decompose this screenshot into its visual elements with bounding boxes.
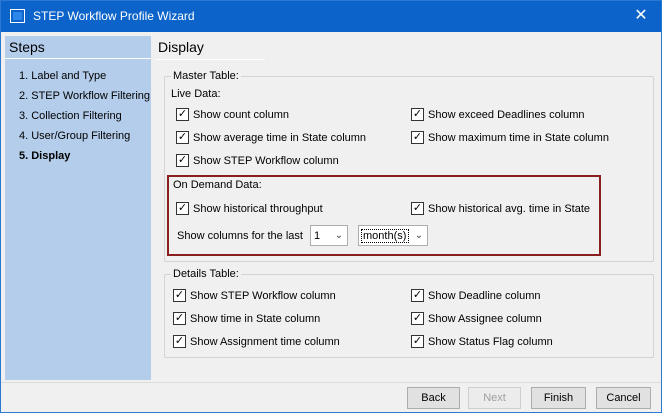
details-show-deadline-checkbox[interactable]: ✓ Show Deadline column — [411, 289, 541, 302]
checkbox-label: Show historical avg. time in State — [428, 202, 591, 215]
show-historical-avg-time-checkbox[interactable]: ✓ Show historical avg. time in State — [411, 202, 590, 215]
checkbox-label: Show exceed Deadlines column — [428, 108, 585, 121]
next-button[interactable]: Next — [468, 387, 521, 409]
back-button[interactable]: Back — [407, 387, 460, 409]
steps-sidebar: Steps 1. Label and Type 2. STEP Workflow… — [5, 36, 151, 380]
show-exceed-deadlines-checkbox[interactable]: ✓ Show exceed Deadlines column — [411, 108, 585, 121]
checkbox-label: Show Deadline column — [428, 289, 541, 302]
checkbox-check-icon: ✓ — [411, 108, 424, 121]
checkbox-check-icon: ✓ — [173, 289, 186, 302]
show-workflow-column-checkbox[interactable]: ✓ Show STEP Workflow column — [176, 154, 339, 167]
details-show-workflow-checkbox[interactable]: ✓ Show STEP Workflow column — [173, 289, 336, 302]
period-unit-value: month(s) — [361, 228, 409, 243]
step-label-and-type[interactable]: 1. Label and Type — [19, 70, 106, 82]
checkbox-check-icon: ✓ — [411, 335, 424, 348]
checkbox-check-icon: ✓ — [176, 131, 189, 144]
checkbox-label: Show time in State column — [190, 312, 321, 325]
checkbox-check-icon: ✓ — [173, 335, 186, 348]
step-workflow-filtering[interactable]: 2. STEP Workflow Filtering — [19, 90, 150, 102]
step-collection-filtering[interactable]: 3. Collection Filtering — [19, 110, 122, 122]
finish-button[interactable]: Finish — [531, 387, 586, 409]
close-button[interactable]: ✕ — [621, 1, 661, 32]
live-data-label: Live Data: — [171, 88, 221, 100]
period-label: Show columns for the last — [177, 230, 303, 242]
checkbox-label: Show STEP Workflow column — [193, 154, 339, 167]
checkbox-check-icon: ✓ — [173, 312, 186, 325]
period-unit-dropdown[interactable]: month(s) ⌄ — [358, 225, 428, 246]
title-bar: STEP Workflow Profile Wizard ✕ — [1, 1, 661, 32]
checkbox-check-icon: ✓ — [411, 312, 424, 325]
details-show-time-in-state-checkbox[interactable]: ✓ Show time in State column — [173, 312, 320, 325]
details-show-assignment-time-checkbox[interactable]: ✓ Show Assignment time column — [173, 335, 340, 348]
show-historical-throughput-checkbox[interactable]: ✓ Show historical throughput — [176, 202, 323, 215]
chevron-down-icon: ⌄ — [334, 230, 344, 241]
show-count-column-checkbox[interactable]: ✓ Show count column — [176, 108, 289, 121]
page-title: Display — [158, 39, 204, 55]
checkbox-check-icon: ✓ — [176, 154, 189, 167]
checkbox-label: Show historical throughput — [193, 202, 323, 215]
step-user-group-filtering[interactable]: 4. User/Group Filtering — [19, 130, 130, 142]
checkbox-check-icon: ✓ — [411, 289, 424, 302]
wizard-window: STEP Workflow Profile Wizard ✕ Steps 1. … — [0, 0, 662, 413]
window-title: STEP Workflow Profile Wizard — [33, 9, 195, 23]
checkbox-label: Show STEP Workflow column — [190, 289, 336, 302]
details-table-legend: Details Table: — [171, 268, 241, 280]
period-count-dropdown[interactable]: 1 ⌄ — [310, 225, 348, 246]
steps-title: Steps — [9, 39, 45, 55]
checkbox-label: Show maximum time in State column — [428, 131, 609, 144]
checkbox-label: Show Status Flag column — [428, 335, 553, 348]
checkbox-label: Show Assignee column — [428, 312, 542, 325]
show-maximum-time-checkbox[interactable]: ✓ Show maximum time in State column — [411, 131, 609, 144]
checkbox-label: Show Assignment time column — [190, 335, 340, 348]
checkbox-label: Show count column — [193, 108, 289, 121]
chevron-down-icon: ⌄ — [414, 230, 424, 241]
show-average-time-checkbox[interactable]: ✓ Show average time in State column — [176, 131, 366, 144]
page-title-divider — [155, 59, 265, 60]
checkbox-check-icon: ✓ — [411, 131, 424, 144]
period-count-value: 1 — [314, 229, 321, 242]
on-demand-data-label: On Demand Data: — [173, 179, 262, 191]
footer-divider — [1, 382, 661, 383]
checkbox-label: Show average time in State column — [193, 131, 367, 144]
step-display[interactable]: 5. Display — [19, 150, 70, 162]
app-window-icon — [10, 9, 25, 23]
details-show-assignee-checkbox[interactable]: ✓ Show Assignee column — [411, 312, 542, 325]
checkbox-check-icon: ✓ — [176, 202, 189, 215]
details-show-status-flag-checkbox[interactable]: ✓ Show Status Flag column — [411, 335, 553, 348]
checkbox-check-icon: ✓ — [411, 202, 424, 215]
cancel-button[interactable]: Cancel — [596, 387, 651, 409]
master-table-legend: Master Table: — [171, 70, 241, 82]
steps-divider — [5, 58, 151, 59]
checkbox-check-icon: ✓ — [176, 108, 189, 121]
